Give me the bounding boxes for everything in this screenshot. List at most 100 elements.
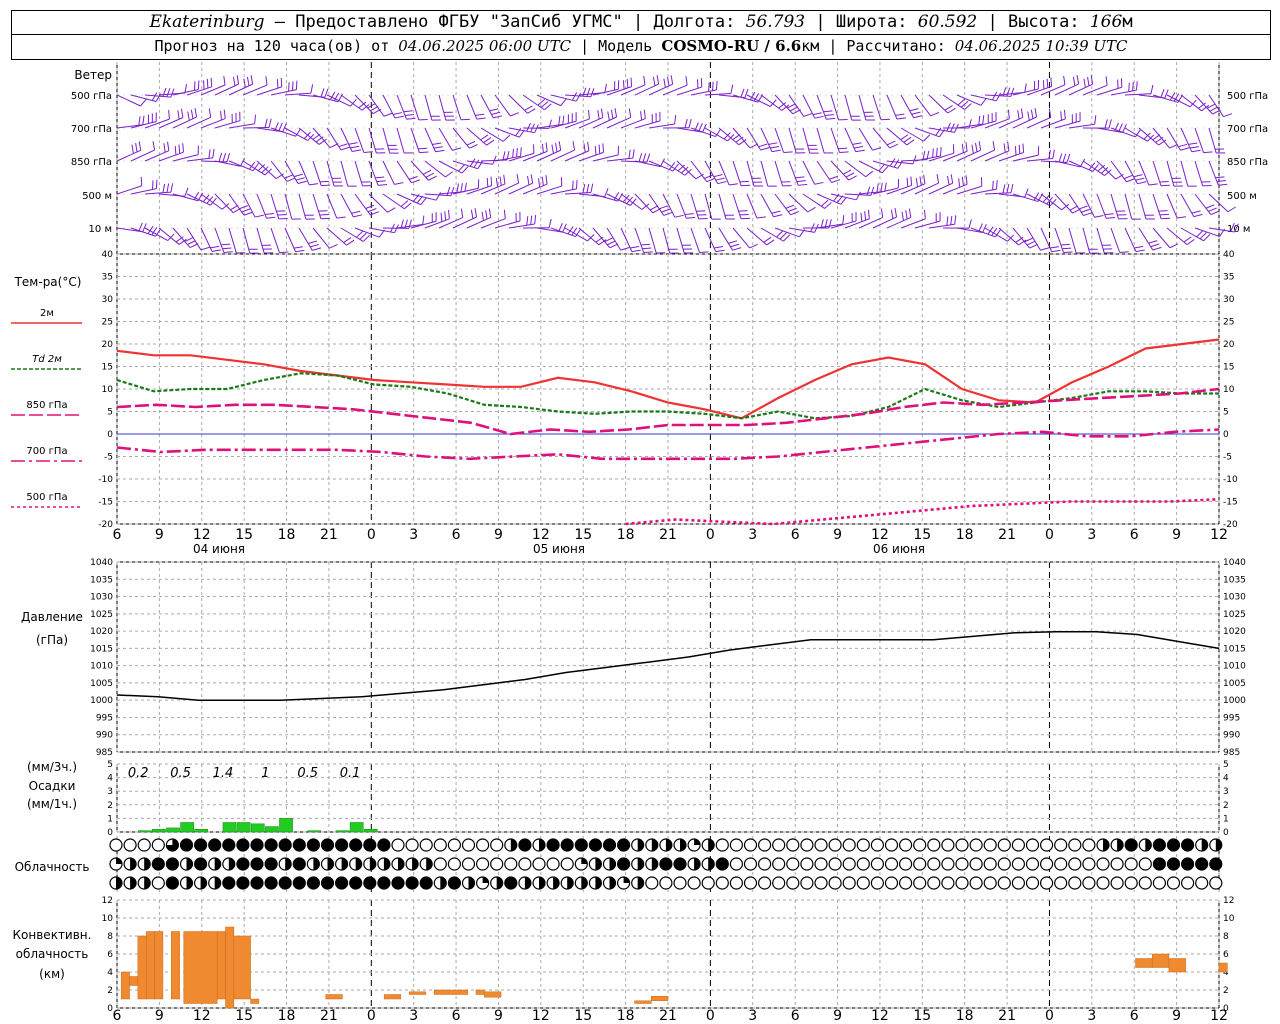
wind-barb-flag	[210, 245, 220, 249]
cloud-symbol	[1110, 838, 1124, 852]
wind-barb-flag	[411, 179, 421, 184]
cloud-symbol	[941, 838, 955, 852]
wind-barb	[774, 127, 785, 153]
wind-barb-flag	[560, 98, 567, 106]
wind-barb-flag	[378, 184, 388, 186]
wind-barb-flag	[915, 177, 919, 188]
wind-barb-flag	[350, 145, 360, 149]
wind-barb-flag	[418, 147, 428, 150]
wind-barb-flag	[180, 108, 184, 118]
tick-temp-left: 35	[102, 273, 113, 283]
wind-barb-flag	[789, 106, 799, 112]
wind-barb-flag	[353, 214, 363, 218]
time-tick-temp: 18	[617, 527, 635, 543]
pressure-unit: (гПа)	[36, 633, 68, 647]
wind-level-850hpa-right: 850 гПа	[1227, 157, 1268, 168]
wind-barb-flag	[730, 243, 740, 248]
wind-barb-flag	[166, 183, 170, 193]
cloud-symbol	[109, 838, 123, 852]
tick-temp-left: 20	[102, 340, 114, 350]
cloud-symbol	[828, 876, 842, 890]
cloud-symbol	[109, 876, 123, 890]
time-tick-bottom: 15	[574, 1008, 592, 1024]
wind-barb-flag	[839, 151, 849, 154]
wind-barb	[1124, 93, 1151, 96]
wind-barb	[718, 160, 730, 186]
wind-barb-flag	[485, 210, 488, 220]
tick-temp-left: 5	[107, 408, 113, 418]
wind-barb-flag	[779, 232, 787, 240]
cloud-symbol	[1068, 876, 1082, 890]
wind-barb-flag	[489, 108, 499, 112]
time-tick-bottom: 0	[1045, 1008, 1054, 1024]
wind-barb-flag	[1148, 240, 1158, 244]
wind-barb-flag	[699, 251, 709, 254]
wind-barb-flag	[1205, 204, 1215, 209]
wind-barb-flag	[770, 145, 780, 149]
wind-barb-flag	[922, 150, 926, 160]
cloud-symbol	[335, 857, 349, 871]
cloud-symbol	[1138, 876, 1152, 890]
wind-barb-flag	[968, 119, 972, 129]
wind-barb-flag	[530, 174, 534, 184]
wind-barb-flag	[1060, 243, 1070, 246]
cloud-symbol	[786, 876, 800, 890]
wind-barb-flag	[284, 174, 294, 179]
cloud-symbol	[574, 876, 588, 890]
wind-barb-flag	[1186, 239, 1195, 246]
conv-bar	[225, 926, 235, 1009]
conv-bar	[634, 1000, 652, 1004]
precip-3h-sum: 0.5	[170, 766, 191, 781]
wind-barb-flag	[142, 223, 147, 232]
wind-barb	[1180, 160, 1189, 187]
wind-barb-flag	[614, 108, 618, 118]
precip-bar	[363, 829, 378, 833]
wind-barb	[746, 94, 771, 107]
wind-barb-flag	[940, 147, 942, 157]
wind-barb	[550, 149, 575, 162]
wind-barb-flag	[829, 175, 839, 180]
time-tick-bottom: 6	[113, 1008, 122, 1024]
wind-barb	[1124, 193, 1133, 220]
cloud-symbol	[856, 857, 870, 871]
cloud-symbol	[264, 838, 278, 852]
cloud-symbol	[504, 857, 518, 871]
wind-barb-flag	[766, 239, 775, 246]
cloud-symbol	[349, 857, 363, 871]
time-tick-bottom: 3	[1087, 1008, 1096, 1024]
tick-temp-right: -5	[1223, 453, 1232, 463]
wind-barb-flag	[947, 107, 956, 114]
precip-bar	[335, 830, 350, 833]
conv-bar	[129, 976, 139, 986]
cloud-symbol	[1039, 838, 1054, 852]
wind-barb-flag	[194, 108, 198, 118]
wind-barb-flag	[968, 219, 972, 229]
wind-barb-flag	[760, 147, 770, 151]
cloud-symbol	[1054, 838, 1068, 852]
cloud-symbol	[179, 838, 194, 852]
time-tick-bottom: 9	[155, 1008, 164, 1024]
wind-barb-flag	[965, 175, 968, 185]
wind-barb	[914, 182, 939, 195]
wind-barb	[424, 160, 446, 178]
wind-barb-flag	[706, 177, 716, 183]
cloud-symbol	[476, 857, 490, 871]
wind-barb-flag	[458, 164, 465, 172]
wind-barb	[1040, 84, 1066, 96]
tick-temp-right: 30	[1223, 295, 1235, 305]
wind-barb-flag	[880, 182, 883, 192]
conv-bar	[651, 996, 669, 1002]
cloud-symbol	[391, 876, 405, 890]
cloud-symbol	[983, 838, 997, 852]
wind-barb-flag	[831, 179, 841, 184]
wind-barb-flag	[365, 204, 375, 209]
wind-barb-flag	[493, 115, 503, 119]
cloud-symbol	[743, 857, 758, 871]
day-label-1: 04 июня	[193, 542, 245, 556]
wind-barb-flag	[460, 208, 464, 218]
cloud-symbol	[490, 838, 504, 852]
time-tick-bottom: 6	[1130, 1008, 1139, 1024]
wind-barb-flag	[203, 80, 205, 90]
wind-barb-flag	[210, 77, 213, 87]
wind-barb-flag	[572, 141, 576, 151]
